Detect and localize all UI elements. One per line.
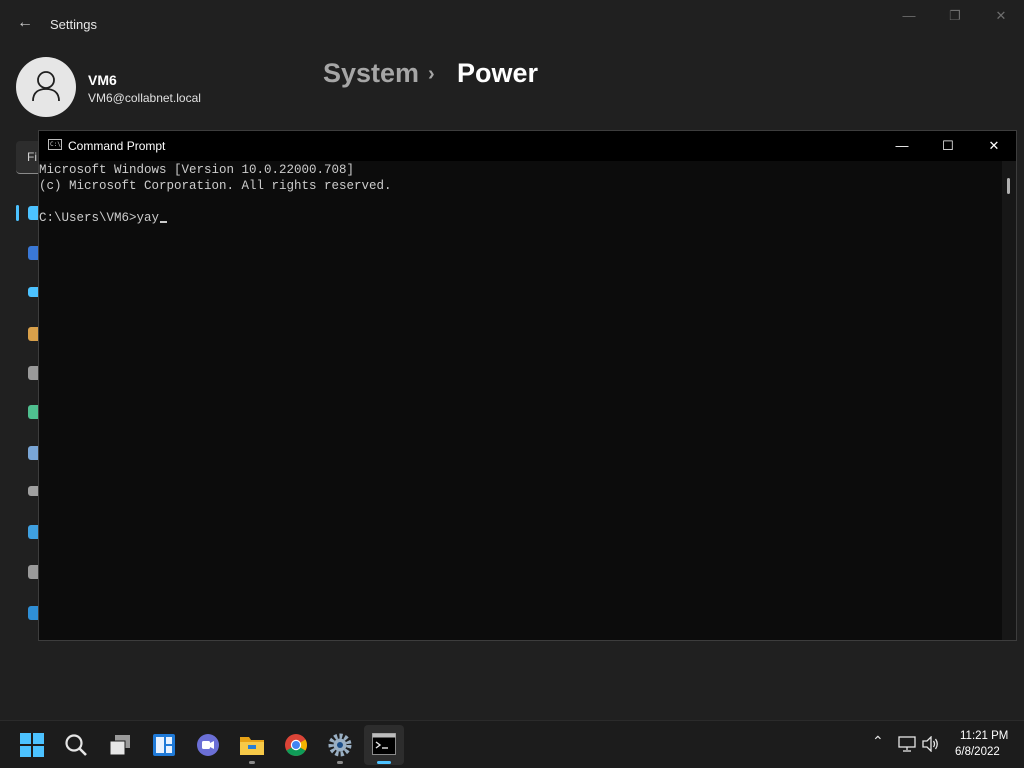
command-prompt-icon (372, 733, 396, 755)
console-output[interactable]: Microsoft Windows [Version 10.0.22000.70… (39, 161, 1002, 640)
taskbar: ⌃ 11:21 PM 6/8/2022 (0, 720, 1024, 768)
user-icon (32, 71, 60, 102)
volume-icon[interactable] (922, 736, 940, 752)
start-button[interactable] (12, 725, 52, 765)
text-cursor (160, 221, 168, 223)
selected-nav-indicator (16, 205, 19, 221)
page-title: Power (457, 58, 539, 88)
running-indicator (337, 761, 343, 764)
command-prompt-taskbar-button[interactable] (364, 725, 404, 765)
chrome-button[interactable] (276, 725, 316, 765)
settings-window-title: Settings (50, 17, 97, 32)
search-icon (65, 734, 87, 756)
settings-close-button[interactable]: ✕ (978, 4, 1024, 28)
start-icon (20, 733, 44, 757)
back-arrow-icon[interactable]: ← (14, 12, 36, 34)
teams-chat-icon (197, 734, 219, 756)
console-line: (c) Microsoft Corporation. All rights re… (39, 179, 392, 193)
command-prompt-window[interactable]: C:\ Command Prompt — ☐ ✕ Microsoft Windo… (38, 130, 1017, 641)
settings-taskbar-button[interactable] (320, 725, 360, 765)
chrome-icon (285, 734, 307, 756)
clock-time[interactable]: 11:21 PM (960, 730, 1008, 742)
task-view-icon (109, 735, 130, 756)
chevron-up-icon[interactable]: ⌃ (872, 733, 884, 750)
task-view-button[interactable] (100, 725, 140, 765)
breadcrumb-chevron-icon: › (428, 63, 435, 85)
running-indicator (249, 761, 255, 764)
command-prompt-icon: C:\ (48, 139, 62, 150)
cmd-window-title: Command Prompt (68, 139, 166, 153)
avatar[interactable] (16, 57, 76, 117)
taskbar-search-button[interactable] (56, 725, 96, 765)
cmd-title-bar[interactable]: C:\ Command Prompt — ☐ ✕ (39, 131, 1016, 161)
cmd-scrollbar[interactable] (1002, 161, 1016, 640)
network-icon[interactable] (898, 736, 916, 752)
active-indicator (377, 761, 391, 764)
scrollbar-thumb[interactable] (1007, 178, 1010, 194)
console-prompt-text: C:\Users\VM6>yay (39, 211, 160, 225)
settings-icon (328, 733, 352, 757)
widgets-button[interactable] (144, 725, 184, 765)
console-prompt-line[interactable]: C:\Users\VM6>yay (39, 210, 168, 226)
settings-minimize-button[interactable]: — (886, 4, 932, 28)
breadcrumb-system[interactable]: System (323, 58, 419, 89)
user-email: VM6@collabnet.local (88, 91, 201, 105)
widgets-icon (153, 734, 175, 756)
search-input[interactable]: Fi (16, 141, 40, 174)
clock-date[interactable]: 6/8/2022 (955, 746, 1000, 758)
file-explorer-icon (240, 737, 264, 755)
console-line: Microsoft Windows [Version 10.0.22000.70… (39, 163, 355, 177)
cmd-minimize-button[interactable]: — (879, 131, 925, 161)
user-name: VM6 (88, 72, 117, 88)
teams-chat-button[interactable] (188, 725, 228, 765)
cmd-maximize-button[interactable]: ☐ (925, 131, 971, 161)
file-explorer-button[interactable] (232, 725, 272, 765)
search-placeholder: Fi (27, 150, 37, 164)
cmd-close-button[interactable]: ✕ (971, 131, 1017, 161)
settings-restore-button[interactable]: ❐ (932, 4, 978, 28)
